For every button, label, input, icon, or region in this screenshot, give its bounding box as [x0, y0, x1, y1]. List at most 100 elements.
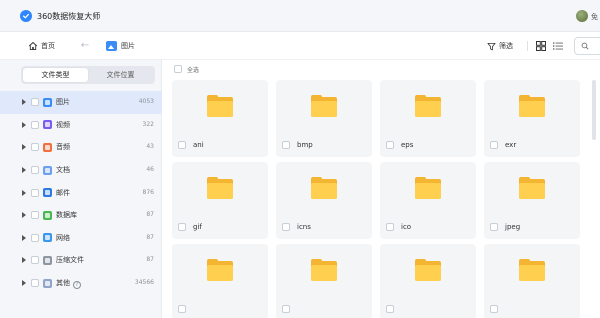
category-label: 图片 [56, 98, 70, 107]
category-item[interactable]: 其他? 34566 [0, 272, 162, 295]
file-checkbox[interactable] [282, 140, 290, 149]
file-name: ico [401, 222, 412, 231]
file-card[interactable]: ico [380, 162, 476, 239]
expand-arrow-icon[interactable] [22, 189, 26, 196]
category-item[interactable]: 邮件 876 [0, 181, 162, 204]
category-checkbox[interactable] [31, 233, 39, 242]
file-card-footer [484, 296, 580, 318]
file-checkbox[interactable] [178, 304, 186, 313]
file-card[interactable]: icns [276, 162, 372, 239]
archive-icon [43, 255, 52, 265]
file-card[interactable]: gif [172, 162, 268, 239]
expand-arrow-icon[interactable] [22, 280, 26, 287]
file-name: bmp [297, 140, 313, 149]
file-card[interactable] [172, 244, 268, 318]
back-button[interactable]: ← [78, 39, 92, 53]
file-name: jpeg [505, 222, 521, 231]
tab-file-location[interactable]: 文件位置 [88, 68, 153, 82]
file-card[interactable] [484, 244, 580, 318]
user-avatar[interactable] [576, 10, 588, 22]
file-card[interactable]: exr [484, 80, 580, 157]
category-checkbox[interactable] [31, 143, 39, 152]
category-checkbox[interactable] [31, 166, 39, 175]
expand-arrow-icon[interactable] [22, 144, 26, 151]
file-checkbox[interactable] [490, 304, 498, 313]
category-item[interactable]: 音频 43 [0, 136, 162, 159]
file-checkbox[interactable] [282, 304, 290, 313]
category-item[interactable]: 数据库 87 [0, 204, 162, 227]
category-checkbox[interactable] [31, 188, 39, 197]
file-checkbox[interactable] [490, 222, 498, 231]
image-icon [106, 41, 117, 51]
file-card[interactable]: ani [172, 80, 268, 157]
category-label: 压缩文件 [56, 256, 84, 265]
folder-icon [207, 259, 233, 281]
help-icon[interactable]: ? [73, 281, 81, 290]
expand-arrow-icon[interactable] [22, 167, 26, 174]
category-item[interactable]: 图片 4053 [0, 91, 162, 114]
user-name[interactable]: 免 [591, 12, 598, 22]
file-checkbox[interactable] [178, 222, 186, 231]
file-card[interactable] [276, 244, 372, 318]
scrollbar-thumb[interactable] [592, 80, 596, 140]
expand-arrow-icon[interactable] [22, 212, 26, 219]
file-checkbox[interactable] [386, 140, 394, 149]
category-checkbox[interactable] [31, 279, 39, 288]
filter-button[interactable]: 筛选 [487, 39, 513, 53]
home-button[interactable]: 首页 [28, 39, 55, 53]
file-checkbox[interactable] [386, 304, 394, 313]
main-content: 全选 ani bmp eps exr gif icns ico jpeg [163, 60, 600, 318]
app-window: 360数据恢复大师 免 首页 ← 图片 筛选 文件类型 文件位置 图片 4053… [0, 0, 600, 318]
select-all-checkbox[interactable] [174, 65, 182, 73]
file-card-footer: ani [172, 132, 268, 157]
select-all-label: 全选 [187, 66, 200, 74]
expand-arrow-icon[interactable] [22, 121, 26, 128]
breadcrumb: 图片 [106, 39, 135, 53]
expand-arrow-icon[interactable] [22, 99, 26, 106]
file-checkbox[interactable] [386, 222, 394, 231]
file-card[interactable]: jpeg [484, 162, 580, 239]
category-item[interactable]: 视频 322 [0, 114, 162, 137]
category-checkbox[interactable] [31, 98, 39, 107]
category-checkbox[interactable] [31, 211, 39, 220]
scrollbar[interactable] [592, 80, 596, 310]
category-item[interactable]: 压缩文件 87 [0, 249, 162, 272]
expand-arrow-icon[interactable] [22, 234, 26, 241]
file-preview [276, 80, 372, 132]
category-checkbox[interactable] [31, 256, 39, 265]
category-count: 34566 [134, 279, 154, 287]
file-checkbox[interactable] [490, 140, 498, 149]
filter-icon [487, 42, 496, 50]
toolbar-divider [527, 41, 528, 51]
file-preview [172, 80, 268, 132]
category-checkbox[interactable] [31, 120, 39, 129]
file-card[interactable]: eps [380, 80, 476, 157]
file-checkbox[interactable] [282, 222, 290, 231]
video-icon [43, 120, 52, 130]
file-card-footer: ico [380, 214, 476, 239]
filter-label: 筛选 [499, 42, 513, 50]
file-card[interactable]: bmp [276, 80, 372, 157]
category-item[interactable]: 网络 87 [0, 227, 162, 250]
search-input[interactable] [574, 37, 600, 55]
category-item[interactable]: 文档 46 [0, 159, 162, 182]
image-icon [43, 97, 52, 107]
category-list: 图片 4053 视频 322 音频 43 文档 46 邮件 876 数据库 87 网络 87 压缩文件 87 其… [0, 91, 162, 294]
select-all[interactable]: 全选 [174, 64, 199, 74]
file-preview [380, 244, 476, 296]
folder-icon [207, 177, 233, 199]
grid-view-icon[interactable] [535, 40, 547, 52]
folder-icon [311, 177, 337, 199]
folder-icon [207, 95, 233, 117]
folder-icon [311, 95, 337, 117]
file-checkbox[interactable] [178, 140, 186, 149]
database-icon [43, 210, 52, 220]
file-card[interactable] [380, 244, 476, 318]
folder-icon [519, 259, 545, 281]
tab-file-type[interactable]: 文件类型 [23, 68, 88, 82]
folder-icon [519, 177, 545, 199]
file-card-footer: jpeg [484, 214, 580, 239]
list-view-icon[interactable] [552, 40, 564, 52]
expand-arrow-icon[interactable] [22, 257, 26, 264]
category-label: 文档 [56, 166, 70, 175]
